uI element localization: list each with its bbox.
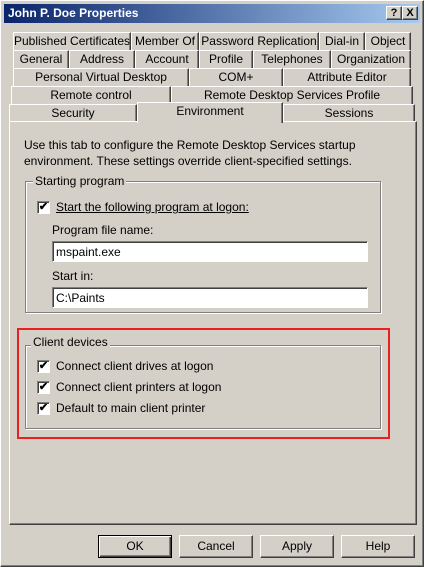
tab-address[interactable]: Address [69,50,135,68]
apply-button[interactable]: Apply [260,535,334,558]
check-icon: ✔ [38,360,49,372]
tab-com-plus[interactable]: COM+ [189,68,283,86]
tab-published-certificates[interactable]: Published Certificates [13,32,131,50]
tab-organization[interactable]: Organization [331,50,411,68]
tab-label: Environment [176,104,244,118]
cancel-button[interactable]: Cancel [179,535,253,558]
tab-label: Sessions [324,106,374,120]
start-program-label-text: Start the following program at logon: [56,200,249,214]
connect-printers-checkbox[interactable]: ✔ [37,381,50,394]
tab-member-of[interactable]: Member Of [131,32,199,50]
tab-label: Remote Desktop Services Profile [203,88,381,102]
tab-account[interactable]: Account [135,50,199,68]
tab-password-replication[interactable]: Password Replication [199,32,319,50]
program-file-name-input[interactable]: mspaint.exe [52,241,368,262]
default-printer-checkbox[interactable]: ✔ [37,402,50,415]
tab-object[interactable]: Object [365,32,411,50]
check-icon: ✔ [38,402,49,414]
tab-label: Remote control [50,88,132,102]
tab-dial-in[interactable]: Dial-in [319,32,365,50]
tab-general[interactable]: General [13,50,69,68]
tab-label: Security [51,106,95,120]
tab-label: General [19,52,63,66]
check-icon: ✔ [38,201,49,213]
tab-label: Member Of [134,34,195,48]
tab-attribute-editor[interactable]: Attribute Editor [283,68,411,86]
start-in-label: Start in: [52,269,94,283]
help-title-button[interactable]: ? [386,6,402,20]
tab-label: Profile [208,52,243,66]
help-icon: ? [390,7,398,19]
default-printer-label[interactable]: Default to main client printer [56,401,205,415]
start-program-label[interactable]: Start the following program at logon: [56,200,249,214]
connect-drives-label[interactable]: Connect client drives at logon [56,359,213,373]
window-title: John P. Doe Properties [8,6,139,20]
properties-dialog: John P. Doe Properties ? X Published Cer… [0,0,424,567]
tab-label: Address [79,52,125,66]
tab-label: Organization [336,52,406,66]
connect-printers-label[interactable]: Connect client printers at logon [56,380,221,394]
start-program-checkbox[interactable]: ✔ [37,201,50,214]
tab-label: Published Certificates [14,34,131,48]
tab-security[interactable]: Security [9,104,137,122]
help-button[interactable]: Help [341,535,415,558]
tab-environment[interactable]: Environment [137,102,283,123]
environment-description: Use this tab to configure the Remote Des… [24,138,356,168]
tab-label: Account [145,52,189,66]
close-icon: X [406,7,414,19]
tab-telephones[interactable]: Telephones [253,50,331,68]
client-devices-group-label: Client devices [31,335,110,349]
tab-sessions[interactable]: Sessions [283,104,415,122]
close-title-button[interactable]: X [402,6,418,20]
check-icon: ✔ [38,381,49,393]
tab-label: Password Replication [201,34,317,48]
start-in-input[interactable]: C:\Paints [52,287,368,308]
tab-label: Object [370,34,406,48]
tab-profile[interactable]: Profile [199,50,253,68]
program-file-name-label: Program file name: [52,223,154,237]
connect-drives-checkbox[interactable]: ✔ [37,360,50,373]
starting-program-group-label: Starting program [33,174,127,188]
title-bar[interactable]: John P. Doe Properties ? X [4,4,420,23]
tab-label: Personal Virtual Desktop [35,70,167,84]
tab-label: Attribute Editor [307,70,387,84]
tab-label: Dial-in [324,34,359,48]
tab-label: Telephones [261,52,323,66]
ok-button[interactable]: OK [98,535,172,558]
tab-personal-virtual-desktop[interactable]: Personal Virtual Desktop [13,68,189,86]
tab-label: COM+ [218,70,254,84]
